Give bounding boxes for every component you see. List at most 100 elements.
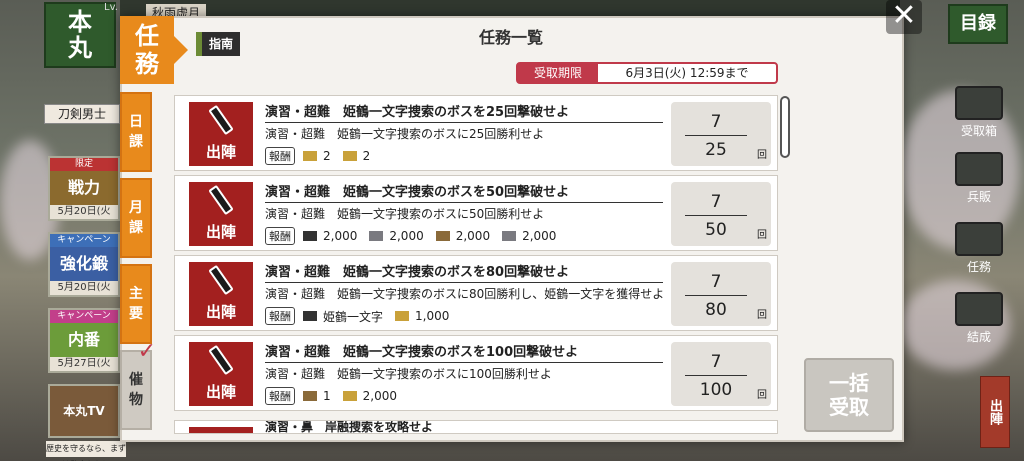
sword-icon bbox=[208, 344, 234, 376]
receive-deadline: 受取期限 6月3日(火) 12:59まで bbox=[516, 62, 778, 84]
item-box-icon bbox=[303, 391, 317, 401]
quest-title: 演習・超難 姫鶴一文字捜索のボスを80回撃破せよ bbox=[265, 261, 663, 283]
sword-icon bbox=[303, 311, 317, 321]
close-icon[interactable]: ✕ bbox=[886, 0, 922, 34]
check-icon: ✓ bbox=[137, 339, 156, 364]
category-tag-char: 務 bbox=[135, 50, 159, 78]
progress-target: 80 bbox=[705, 300, 727, 320]
banner-tag: キャンペーン bbox=[50, 310, 118, 323]
formation-icon bbox=[955, 292, 1003, 326]
quest-row[interactable]: 出陣 演習・超難 姫鶴一文字捜索のボスを25回撃破せよ演習・超難 姫鶴一文字捜索の… bbox=[174, 95, 778, 171]
deadline-label: 受取期限 bbox=[518, 64, 598, 82]
sortie-icon: 出陣 bbox=[189, 262, 253, 326]
tab-monthly[interactable]: 月 課 bbox=[120, 178, 152, 258]
event-banner[interactable]: 本丸TV bbox=[48, 384, 120, 438]
event-banner[interactable]: キャンペーン 強化鍛 5月20日(火 bbox=[48, 232, 120, 297]
whetstone-icon bbox=[502, 231, 517, 241]
tab-event[interactable]: ✓ 催 物 bbox=[120, 341, 156, 430]
formation-label: 結成 bbox=[966, 330, 991, 344]
reward-label: 報酬 bbox=[265, 227, 295, 245]
catalog-button[interactable]: 目録 bbox=[948, 4, 1008, 44]
quest-row[interactable]: 出陣 演習・超難 姫鶴一文字捜索のボスを100回撃破せよ 演習・超難 姫鶴一文字捜索… bbox=[174, 335, 778, 411]
quest-row-partial[interactable]: 演習・鼻 岸融捜索を攻略せよ bbox=[174, 420, 778, 434]
quest-title: 演習・超難 姫鶴一文字捜索のボスを50回撃破せよ bbox=[265, 181, 663, 203]
quest-progress: 7 50 回 bbox=[671, 182, 771, 246]
honmaru-label: 本 bbox=[68, 8, 92, 36]
dialog-title: 任務一覧 bbox=[478, 28, 543, 47]
tab-label-char: 主 bbox=[129, 286, 143, 302]
progress-divider bbox=[685, 215, 747, 216]
sortie-label: 出陣 bbox=[205, 143, 236, 161]
tab-label-char: 課 bbox=[129, 134, 143, 150]
inbox-button[interactable]: 受取箱 bbox=[948, 86, 1010, 139]
progress-divider bbox=[685, 375, 747, 376]
quest-rewards: 報酬 1 2,000 bbox=[265, 387, 405, 405]
quest-rewards: 報酬 姫鶴一文字 1,000 bbox=[265, 307, 457, 325]
quest-title: 演習・超難 姫鶴一文字捜索のボスを25回撃破せよ bbox=[265, 101, 663, 123]
sortie-icon: 出陣 bbox=[189, 182, 253, 246]
banner-title: 戦力 bbox=[50, 171, 118, 205]
banner-title: 内番 bbox=[50, 323, 118, 357]
quest-description: 演習・超難 姫鶴一文字捜索のボスに25回勝利せよ bbox=[265, 127, 545, 141]
sortie-side-button[interactable]: 出陣 bbox=[980, 376, 1010, 448]
sortie-label: 出陣 bbox=[205, 223, 236, 241]
quest-description: 演習・超難 姫鶴一文字捜索のボスに100回勝利せよ bbox=[265, 367, 552, 381]
gift-icon bbox=[955, 86, 1003, 120]
quest-description: 演習・超難 姫鶴一文字捜索のボスに80回勝利し、姫鶴一文字を獲得せよ bbox=[265, 287, 665, 301]
cooling-material-icon bbox=[435, 231, 450, 241]
reward-value: 2,000 bbox=[522, 229, 557, 243]
guide-button[interactable]: 指南 bbox=[196, 32, 240, 56]
quest-progress: 7 25 回 bbox=[671, 102, 771, 166]
quest-button[interactable]: 任務 bbox=[948, 222, 1010, 275]
sword-boys-button[interactable]: 刀剣男士 bbox=[44, 104, 120, 124]
quest-rewards: 報酬 2,000 2,000 2,000 2,000 bbox=[265, 227, 564, 245]
house-icon bbox=[955, 152, 1003, 186]
quest-progress: 7 100 回 bbox=[671, 342, 771, 406]
reward-value: 2 bbox=[362, 149, 371, 163]
quest-row[interactable]: 出陣 演習・超難 姫鶴一文字捜索のボスを80回撃破せよ演習・超難 姫鶴一文字捜索の… bbox=[174, 255, 778, 331]
reward-value: 1 bbox=[323, 389, 331, 403]
tamahagane-icon bbox=[369, 231, 384, 241]
tab-main[interactable]: 主 要 bbox=[120, 264, 152, 344]
formation-button[interactable]: 結成 bbox=[948, 292, 1010, 345]
banner-date: 5月27日(火 bbox=[50, 357, 118, 371]
reward-label: 報酬 bbox=[265, 147, 295, 165]
reward-value: 2,000 bbox=[455, 229, 491, 243]
tab-daily[interactable]: 日 課 bbox=[120, 92, 152, 172]
bulk-receive-label: 受取 bbox=[829, 395, 869, 419]
progress-current: 7 bbox=[710, 272, 722, 292]
banner-tag: キャンペーン bbox=[50, 234, 118, 247]
quest-description: 演習・超難 姫鶴一文字捜索のボスに50回勝利せよ bbox=[265, 207, 545, 221]
scrollbar-thumb[interactable] bbox=[780, 96, 790, 158]
inbox-label: 受取箱 bbox=[960, 124, 997, 138]
tab-label-char: 物 bbox=[129, 392, 143, 408]
koban-icon bbox=[303, 151, 317, 161]
bulk-receive-button[interactable]: 一括 受取 bbox=[804, 358, 894, 432]
quest-row[interactable]: 出陣 演習・超難 姫鶴一文字捜索のボスを50回撃破せよ演習・超難 姫鶴一文字捜索の… bbox=[174, 175, 778, 251]
sortie-icon bbox=[189, 427, 253, 433]
reward-label: 報酬 bbox=[265, 387, 295, 405]
shop-label: 兵販 bbox=[966, 190, 991, 204]
sword-icon bbox=[208, 104, 234, 136]
quest-list-scrollbar[interactable] bbox=[780, 96, 790, 426]
progress-current: 7 bbox=[710, 112, 722, 132]
banner-tag: 限定 bbox=[50, 158, 118, 171]
quest-rewards: 報酬 2 2 bbox=[265, 147, 378, 165]
quest-list: 出陣 演習・超難 姫鶴一文字捜索のボスを25回撃破せよ 演習・超難 姫鶴一文字捜索の… bbox=[174, 95, 778, 435]
bottom-message: 歴史を守るなら、まずは健康から！ bbox=[46, 441, 126, 461]
sortie-icon: 出陣 bbox=[189, 342, 253, 406]
tab-label-char: 課 bbox=[129, 220, 143, 236]
shop-button[interactable]: 兵販 bbox=[948, 152, 1010, 205]
honmaru-label: 丸 bbox=[68, 34, 92, 62]
reward-value: 2,000 bbox=[323, 229, 358, 243]
tab-label-char: 要 bbox=[129, 306, 143, 322]
tab-label-char: 月 bbox=[129, 200, 143, 216]
progress-unit: 回 bbox=[757, 230, 767, 241]
progress-current: 7 bbox=[710, 352, 722, 372]
progress-target: 25 bbox=[705, 140, 727, 160]
event-banner[interactable]: 限定 戦力 5月20日(火 bbox=[48, 156, 120, 221]
event-banner[interactable]: キャンペーン 内番 5月27日(火 bbox=[48, 308, 120, 373]
charcoal-icon bbox=[303, 231, 317, 241]
reward-value: 1,000 bbox=[415, 309, 450, 323]
progress-unit: 回 bbox=[757, 310, 767, 321]
